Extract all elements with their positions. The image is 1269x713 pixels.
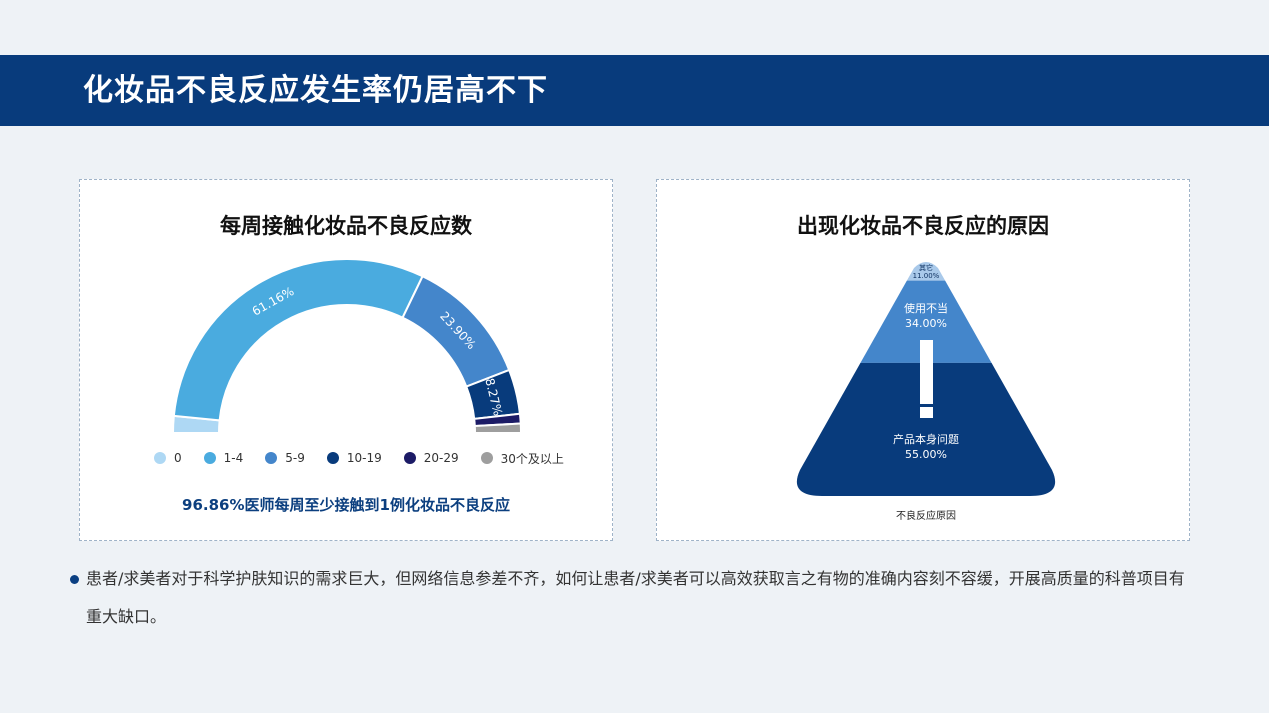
legend-item-2: 5-9	[265, 451, 305, 465]
pyramid-label-0: 其它	[919, 263, 933, 272]
pyramid-value-0: 11.00%	[913, 272, 940, 280]
exclamation-bar-icon	[920, 340, 933, 404]
legend-swatch-3	[326, 452, 339, 464]
legend-item-4: 20-29	[403, 451, 459, 465]
legend-item-3: 10-19	[326, 451, 382, 465]
legend-label-1: 1-4	[223, 451, 244, 465]
legend-swatch-4	[403, 452, 416, 464]
bullet-dot-icon	[70, 575, 79, 584]
exclamation-dot-icon	[920, 407, 933, 418]
pyramid-label-2: 产品本身问题	[893, 432, 959, 446]
legend-swatch-0	[154, 452, 166, 464]
legend-label-3: 10-19	[346, 451, 382, 465]
legend-swatch-2	[265, 452, 278, 464]
legend-swatch-1	[203, 452, 216, 464]
page-title: 化妆品不良反应发生率仍居高不下	[83, 73, 548, 108]
donut-legend: 0 1-4 5-9 10-19 20-29 30个及以上	[154, 448, 564, 468]
pyramid-value-2: 55.00%	[905, 448, 947, 461]
donut-summary: 96.86%医师每周至少接触到1例化妆品不良反应	[182, 496, 510, 514]
legend-item-0: 0	[154, 451, 182, 465]
title-bar: 化妆品不良反应发生率仍居高不下	[0, 55, 1269, 126]
half-donut-chart: 61.16%23.90%8.27%	[171, 258, 523, 434]
donut-slice-5	[473, 422, 523, 434]
pyramid-label-1: 使用不当	[904, 301, 948, 315]
pyramid-value-1: 34.00%	[905, 317, 947, 330]
legend-label-5: 30个及以上	[500, 451, 564, 466]
legend-item-5: 30个及以上	[480, 450, 564, 467]
pyramid-chart: 其它11.00% 使用不当 34.00% 产品本身问题 55.00% 不良反应原因	[796, 262, 1056, 522]
legend-label-0: 0	[174, 451, 182, 465]
weekly-reactions-panel: 每周接触化妆品不良反应数 61.16% 23.90% 8.27% 0 1-4 5-9 10…	[79, 179, 613, 541]
legend-swatch-5	[480, 452, 493, 464]
legend-label-2: 5-9	[285, 451, 305, 465]
bullet-paragraph: 患者/求美者对于科学护肤知识的需求巨大，但网络信息参差不齐，如何让患者/求美者可…	[70, 560, 1190, 636]
legend-item-1: 1-4	[203, 451, 244, 465]
reaction-causes-panel: 出现化妆品不良反应的原因 其它 11.00% 使用不当 34.00% 产品本身问题 55.…	[656, 179, 1190, 541]
donut-slice-1	[172, 258, 424, 422]
legend-label-4: 20-29	[423, 451, 459, 465]
pyramid-footer-label: 不良反应原因	[896, 509, 956, 522]
bullet-text: 患者/求美者对于科学护肤知识的需求巨大，但网络信息参差不齐，如何让患者/求美者可…	[86, 569, 1185, 626]
